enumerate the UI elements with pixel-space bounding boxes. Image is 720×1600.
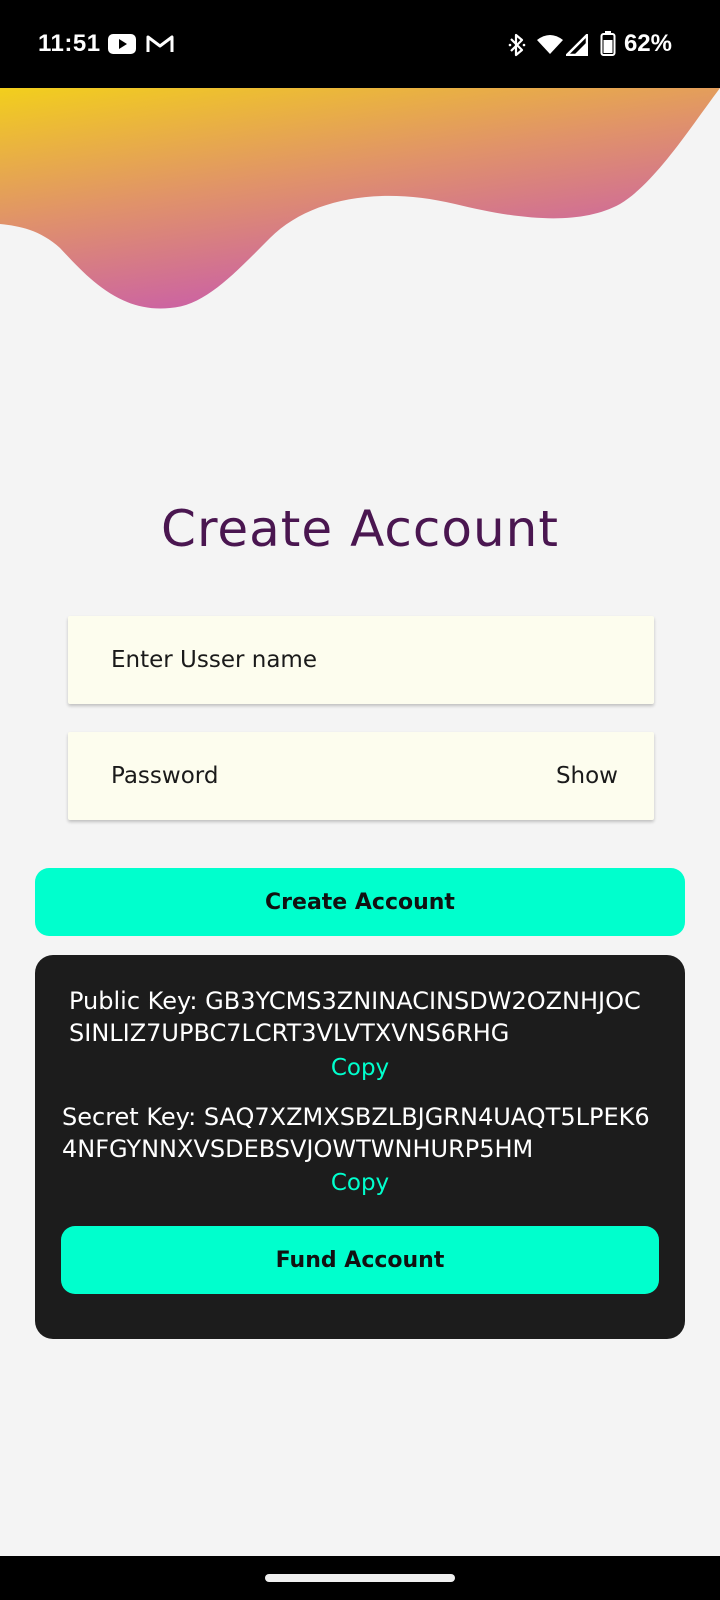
secret-key-text: Secret Key: SAQ7XZMXSBZLBJGRN4UAQT5LPEK6… [62, 1103, 650, 1163]
wifi-icon [536, 33, 564, 60]
copy-secret-key-button[interactable]: Copy [35, 1170, 685, 1196]
show-password-button[interactable]: Show [556, 763, 618, 789]
navigation-bar [0, 1556, 720, 1600]
public-key-text: Public Key: GB3YCMS3ZNINACINSDW2OZNHJOCS… [69, 987, 641, 1047]
page-title: Create Account [161, 500, 559, 558]
password-placeholder: Password [111, 763, 219, 789]
youtube-icon [108, 34, 136, 59]
signal-icon [565, 33, 589, 61]
battery-percentage: 62% [623, 30, 672, 57]
bluetooth-icon [508, 32, 526, 63]
home-gesture-handle[interactable] [265, 1574, 455, 1582]
battery-icon [600, 31, 616, 62]
header-wave-decoration [0, 88, 720, 309]
status-time: 11:51 [38, 30, 101, 57]
status-bar: 11:51 62% [0, 0, 720, 88]
create-account-button[interactable]: Create Account [35, 868, 685, 936]
copy-public-key-button[interactable]: Copy [35, 1055, 685, 1081]
username-field[interactable]: Enter Usser name [68, 616, 654, 704]
keys-card: Public Key: GB3YCMS3ZNINACINSDW2OZNHJOCS… [35, 955, 685, 1339]
gmail-icon [146, 34, 174, 59]
username-placeholder: Enter Usser name [111, 647, 317, 673]
fund-account-button[interactable]: Fund Account [61, 1226, 659, 1294]
password-field[interactable]: Password Show [68, 732, 654, 820]
